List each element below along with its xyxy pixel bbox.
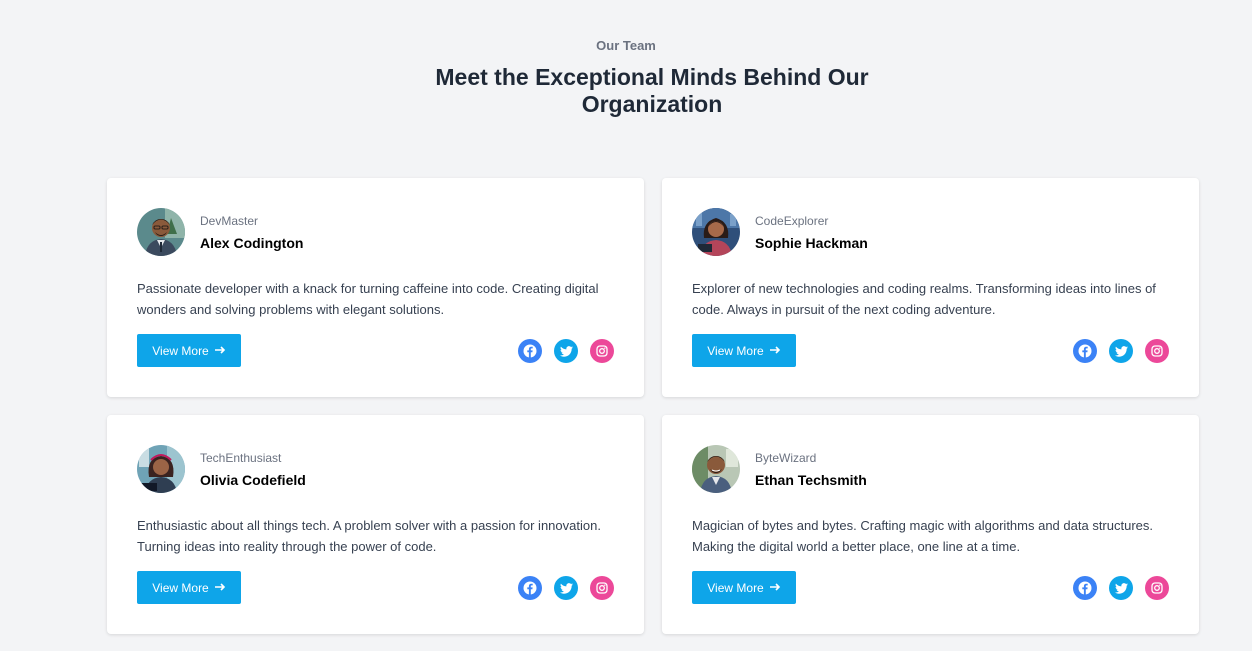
member-name: Olivia Codefield: [200, 472, 306, 488]
view-more-button[interactable]: View More: [137, 334, 241, 367]
facebook-icon[interactable]: [1073, 339, 1097, 363]
arrow-right-icon: [769, 582, 781, 594]
view-more-button[interactable]: View More: [692, 571, 796, 604]
member-bio: Passionate developer with a knack for tu…: [137, 281, 599, 317]
view-more-label: View More: [152, 580, 209, 595]
arrow-right-icon: [214, 345, 226, 357]
twitter-icon[interactable]: [1109, 339, 1133, 363]
social-links: [518, 576, 614, 600]
view-more-button[interactable]: View More: [692, 334, 796, 367]
member-name: Alex Codington: [200, 235, 304, 251]
avatar: [137, 445, 185, 493]
member-name: Sophie Hackman: [755, 235, 868, 251]
instagram-icon[interactable]: [1145, 576, 1169, 600]
facebook-icon[interactable]: [518, 576, 542, 600]
team-card: CodeExplorer Sophie Hackman Explorer of …: [662, 178, 1199, 397]
member-handle: TechEnthusiast: [200, 451, 282, 465]
view-more-button[interactable]: View More: [137, 571, 241, 604]
instagram-icon[interactable]: [590, 339, 614, 363]
member-handle: CodeExplorer: [755, 214, 829, 228]
social-links: [1073, 339, 1169, 363]
facebook-icon[interactable]: [518, 339, 542, 363]
arrow-right-icon: [214, 582, 226, 594]
section-eyebrow: Our Team: [596, 38, 656, 53]
arrow-right-icon: [769, 345, 781, 357]
avatar: [692, 208, 740, 256]
view-more-label: View More: [707, 343, 764, 358]
section-headline: Meet the Exceptional Minds Behind Our Or…: [435, 64, 869, 117]
twitter-icon[interactable]: [554, 339, 578, 363]
view-more-label: View More: [152, 343, 209, 358]
avatar: [137, 208, 185, 256]
social-links: [1073, 576, 1169, 600]
member-bio: Enthusiastic about all things tech. A pr…: [137, 518, 601, 554]
member-name: Ethan Techsmith: [755, 472, 867, 488]
instagram-icon[interactable]: [1145, 339, 1169, 363]
view-more-label: View More: [707, 580, 764, 595]
member-bio: Explorer of new technologies and coding …: [692, 281, 1156, 317]
instagram-icon[interactable]: [590, 576, 614, 600]
twitter-icon[interactable]: [554, 576, 578, 600]
avatar: [692, 445, 740, 493]
team-card: ByteWizard Ethan Techsmith Magician of b…: [662, 415, 1199, 634]
facebook-icon[interactable]: [1073, 576, 1097, 600]
member-handle: DevMaster: [200, 214, 259, 228]
team-card: TechEnthusiast Olivia Codefield Enthusia…: [107, 415, 644, 634]
twitter-icon[interactable]: [1109, 576, 1133, 600]
social-links: [518, 339, 614, 363]
member-handle: ByteWizard: [755, 451, 817, 465]
member-bio: Magician of bytes and bytes. Crafting ma…: [692, 518, 1153, 554]
team-card: DevMaster Alex Codington Passionate deve…: [107, 178, 644, 397]
